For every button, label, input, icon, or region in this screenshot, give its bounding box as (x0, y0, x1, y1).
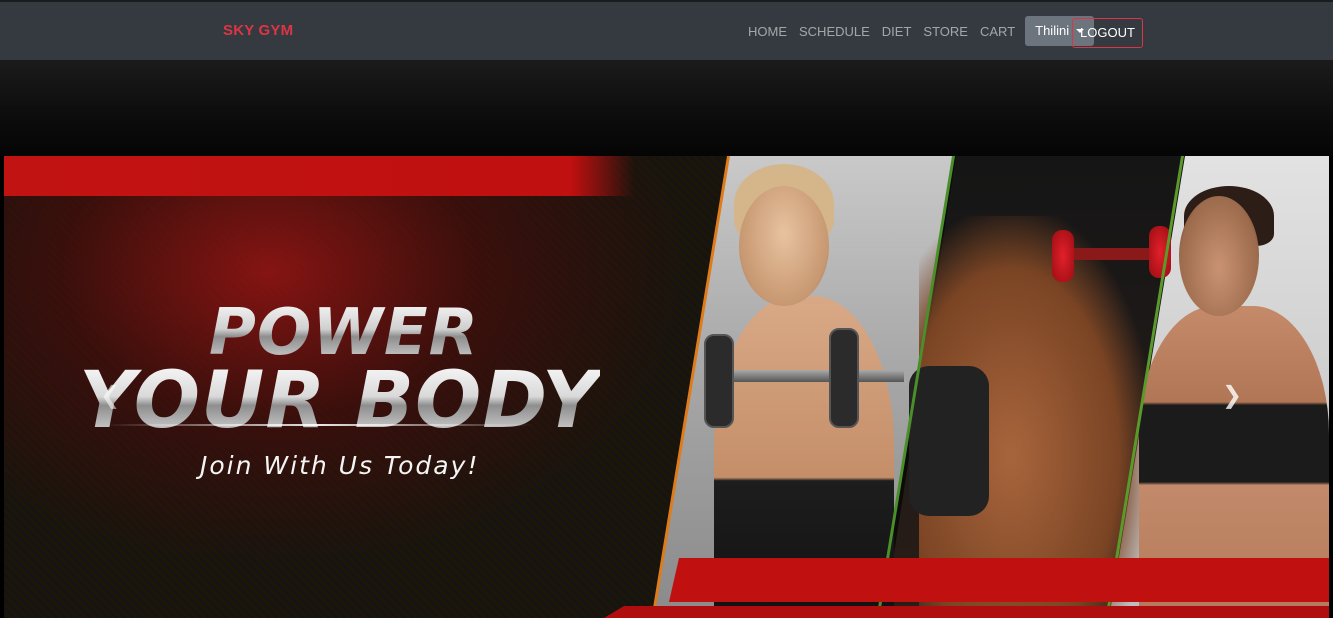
red-stripe-bottom-thin (604, 606, 1329, 618)
logout-button[interactable]: LOGOUT (1072, 18, 1143, 48)
dumbbell-plate-left (704, 334, 734, 428)
red-stripe-top (4, 156, 634, 196)
red-dumbbell-bar (1072, 248, 1152, 260)
headline-your-body: YOUR BODY (79, 356, 600, 446)
chevron-left-icon[interactable]: ❮ (100, 381, 120, 409)
hero-backdrop (0, 60, 1333, 156)
hero-tagline: Join With Us Today! (200, 451, 480, 480)
nav-links: HOME SCHEDULE DIET STORE CART Thilini (742, 16, 1095, 46)
athlete-1-head (739, 186, 829, 306)
nav-item-schedule[interactable]: SCHEDULE (793, 24, 876, 39)
red-stripe-bottom (669, 558, 1329, 602)
athlete-2-top (909, 366, 989, 516)
chevron-right-icon[interactable]: ❯ (1222, 381, 1242, 409)
nav-item-store[interactable]: STORE (917, 24, 974, 39)
nav-item-diet[interactable]: DIET (876, 24, 918, 39)
nav-item-home[interactable]: HOME (742, 24, 793, 39)
athlete-3-head (1179, 196, 1259, 316)
dumbbell-bar (704, 370, 904, 382)
brand-logo[interactable]: SKY GYM (223, 22, 293, 39)
nav-item-cart[interactable]: CART (974, 24, 1021, 39)
hero-carousel: POWER YOUR BODY Join With Us Today! ❮ ❯ (4, 156, 1329, 618)
user-name: Thilini (1035, 23, 1070, 38)
navbar: SKY GYM HOME SCHEDULE DIET STORE CART Th… (0, 0, 1333, 60)
dumbbell-plate-right (829, 328, 859, 428)
red-dumbbell-left (1052, 230, 1074, 282)
headline-shine (104, 424, 534, 426)
